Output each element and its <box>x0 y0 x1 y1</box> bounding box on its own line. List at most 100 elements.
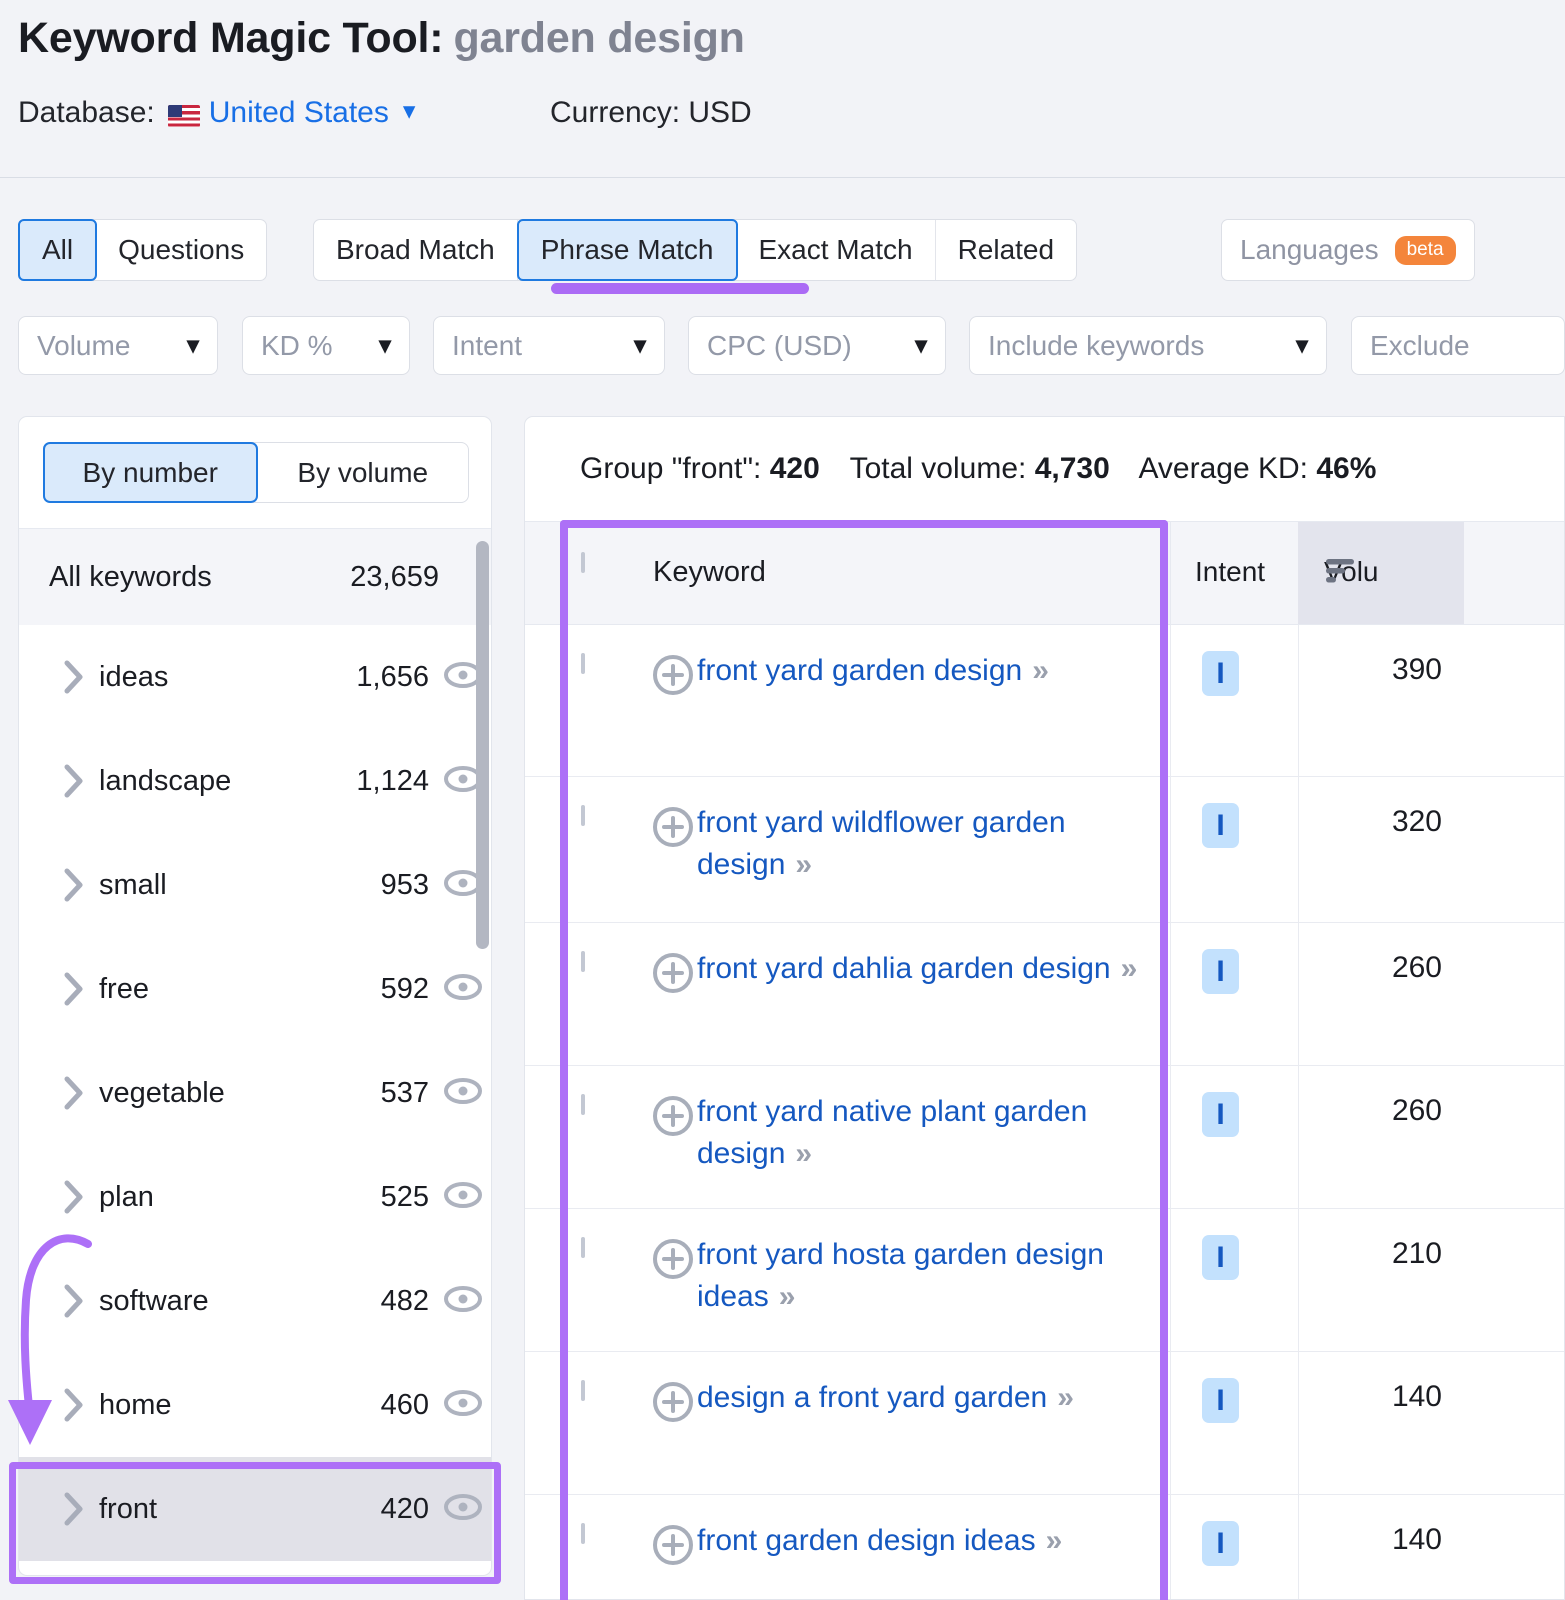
double-chevron-right-icon[interactable]: » <box>785 848 812 881</box>
keyword-results-panel: Group "front": 420 Total volume: 4,730 A… <box>524 416 1565 1600</box>
chevron-down-icon[interactable]: ▾ <box>616 331 646 360</box>
row-checkbox[interactable] <box>581 951 585 972</box>
sidebar-item-ideas[interactable]: ideas 1,656 <box>19 625 491 729</box>
intent-badge[interactable]: I <box>1202 803 1239 848</box>
tab-broad-match[interactable]: Broad Match <box>314 220 518 280</box>
beta-badge: beta <box>1394 235 1456 265</box>
intent-badge[interactable]: I <box>1202 1521 1239 1566</box>
eye-icon[interactable] <box>443 1181 483 1214</box>
intent-badge[interactable]: I <box>1202 1235 1239 1280</box>
phrase-match-highlight-underline <box>551 283 809 294</box>
intent-badge[interactable]: I <box>1202 651 1239 696</box>
keyword-link[interactable]: front yard dahlia garden design» <box>697 948 1157 990</box>
chevron-right-icon[interactable] <box>63 660 85 694</box>
intent-badge[interactable]: I <box>1202 949 1239 994</box>
tab-questions[interactable]: Questions <box>96 220 266 280</box>
table-row[interactable]: front yard garden design» I 390 <box>525 625 1564 777</box>
chevron-right-icon[interactable] <box>63 1076 85 1110</box>
chevron-right-icon[interactable] <box>63 972 85 1006</box>
keyword-link[interactable]: front garden design ideas» <box>697 1520 1157 1562</box>
row-checkbox[interactable] <box>581 1523 585 1544</box>
sidebar-item-all-keywords[interactable]: All keywords 23,659 <box>19 529 491 625</box>
filter-intent[interactable]: Intent ▾ <box>433 316 665 375</box>
group-count: 1,124 <box>356 764 429 797</box>
column-header-intent[interactable]: Intent <box>1170 522 1298 624</box>
add-keyword-icon[interactable] <box>651 653 695 702</box>
intent-badge[interactable]: I <box>1202 1378 1239 1423</box>
filter-include-keywords[interactable]: Include keywords ▾ <box>969 316 1327 375</box>
chevron-down-icon[interactable]: ▾ <box>1278 331 1308 360</box>
volume-cell: 140 <box>1298 1352 1464 1494</box>
double-chevron-right-icon[interactable]: » <box>785 1137 812 1170</box>
eye-icon[interactable] <box>443 1285 483 1318</box>
double-chevron-right-icon[interactable]: » <box>1047 1381 1074 1414</box>
row-checkbox[interactable] <box>581 1237 585 1258</box>
table-row[interactable]: front yard native plant garden design» I… <box>525 1066 1564 1209</box>
row-checkbox[interactable] <box>581 1380 585 1401</box>
double-chevron-right-icon[interactable]: » <box>1111 952 1138 985</box>
table-row[interactable]: front yard wildflower garden design» I 3… <box>525 777 1564 923</box>
select-all-checkbox[interactable] <box>581 552 585 573</box>
double-chevron-right-icon[interactable]: » <box>1036 1524 1063 1557</box>
tab-phrase-match[interactable]: Phrase Match <box>516 219 738 281</box>
keyword-link[interactable]: front yard garden design» <box>697 650 1157 692</box>
chevron-right-icon[interactable] <box>63 1180 85 1214</box>
row-checkbox[interactable] <box>581 653 585 674</box>
keyword-link[interactable]: design a front yard garden» <box>697 1377 1157 1419</box>
add-keyword-icon[interactable] <box>651 1237 695 1286</box>
sort-by-volume-button[interactable]: By volume <box>258 443 469 502</box>
filter-kd[interactable]: KD % ▾ <box>242 316 410 375</box>
double-chevron-right-icon[interactable]: » <box>1022 654 1049 687</box>
chevron-down-icon[interactable]: ▾ <box>897 331 927 360</box>
add-keyword-icon[interactable] <box>651 951 695 1000</box>
keyword-link[interactable]: front yard native plant garden design» <box>697 1091 1157 1175</box>
summary-total-volume-value: 4,730 <box>1034 452 1110 485</box>
chevron-right-icon[interactable] <box>63 764 85 798</box>
table-row[interactable]: front yard dahlia garden design» I 260 <box>525 923 1564 1066</box>
sidebar-item-free[interactable]: free 592 <box>19 937 491 1041</box>
column-header-keyword[interactable]: Keyword <box>653 556 766 589</box>
table-row[interactable]: design a front yard garden» I 140 <box>525 1352 1564 1495</box>
eye-icon[interactable] <box>443 973 483 1006</box>
table-row[interactable]: front garden design ideas» I 140 <box>525 1495 1564 1599</box>
tab-related[interactable]: Related <box>936 220 1077 280</box>
chevron-down-icon[interactable]: ▾ <box>169 331 199 360</box>
volume-value: 140 <box>1391 1380 1442 1413</box>
keyword-link[interactable]: front yard hosta garden design ideas» <box>697 1234 1157 1318</box>
sidebar-item-landscape[interactable]: landscape 1,124 <box>19 729 491 833</box>
keyword-text: front yard hosta garden design ideas <box>697 1238 1104 1313</box>
table-row[interactable]: front yard hosta garden design ideas» I … <box>525 1209 1564 1352</box>
chevron-right-icon[interactable] <box>63 868 85 902</box>
tab-all[interactable]: All <box>18 219 98 281</box>
sidebar-item-small[interactable]: small 953 <box>19 833 491 937</box>
tab-exact-match[interactable]: Exact Match <box>737 220 936 280</box>
sidebar-item-vegetable[interactable]: vegetable 537 <box>19 1041 491 1145</box>
sort-descending-icon[interactable] <box>1324 556 1358 593</box>
row-checkbox[interactable] <box>581 805 585 826</box>
add-keyword-icon[interactable] <box>651 1380 695 1429</box>
row-checkbox[interactable] <box>581 1094 585 1115</box>
filter-exclude[interactable]: Exclude <box>1351 316 1565 375</box>
database-label: Database: <box>18 96 155 129</box>
keyword-link[interactable]: front yard wildflower garden design» <box>697 802 1157 886</box>
group-label: landscape <box>99 764 232 797</box>
database-value[interactable]: United States <box>209 96 389 130</box>
intent-badge[interactable]: I <box>1202 1092 1239 1137</box>
database-selector[interactable]: Database: United States ▾ <box>18 96 415 130</box>
filter-volume[interactable]: Volume ▾ <box>18 316 218 375</box>
sidebar-scrollbar[interactable] <box>476 541 489 949</box>
filter-cpc[interactable]: CPC (USD) ▾ <box>688 316 946 375</box>
us-flag-icon <box>167 105 200 127</box>
languages-button[interactable]: Languages beta <box>1221 219 1475 281</box>
add-keyword-icon[interactable] <box>651 805 695 854</box>
eye-icon[interactable] <box>443 1389 483 1422</box>
double-chevron-right-icon[interactable]: » <box>769 1280 796 1313</box>
group-count: 525 <box>380 1180 429 1213</box>
eye-icon[interactable] <box>443 1077 483 1110</box>
sort-by-number-button[interactable]: By number <box>43 442 258 503</box>
chevron-down-icon[interactable]: ▾ <box>403 96 416 126</box>
add-keyword-icon[interactable] <box>651 1523 695 1572</box>
chevron-down-icon[interactable]: ▾ <box>361 331 391 360</box>
column-header-volume[interactable]: Volu <box>1298 522 1464 624</box>
add-keyword-icon[interactable] <box>651 1094 695 1143</box>
